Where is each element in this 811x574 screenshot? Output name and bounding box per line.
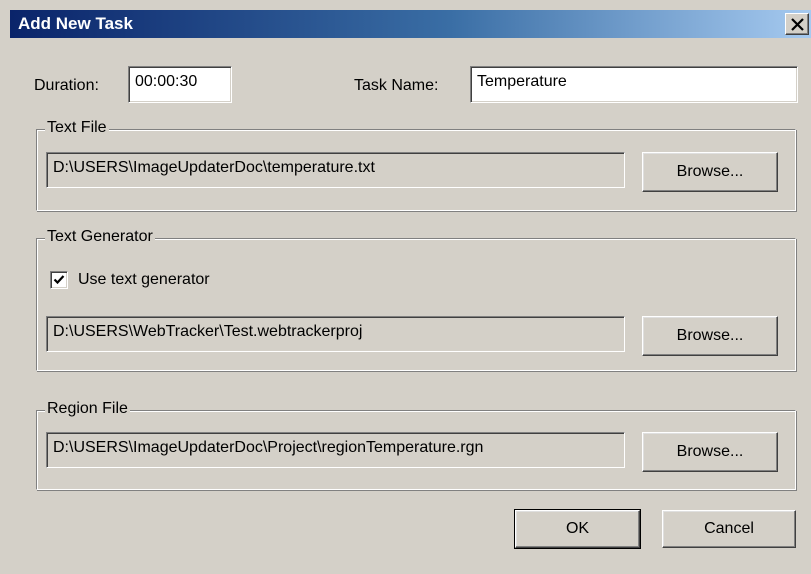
text-generator-browse-button[interactable]: Browse... [642,316,778,356]
text-generator-path-field[interactable]: D:\USERS\WebTracker\Test.webtrackerproj [46,316,625,352]
title-bar[interactable]: Add New Task [10,10,811,38]
duration-label: Duration: [34,77,99,94]
ok-button[interactable]: OK [514,509,641,549]
close-button[interactable] [785,13,809,35]
task-name-input[interactable]: Temperature [470,66,798,103]
dialog-title: Add New Task [18,14,133,33]
region-file-group-label: Region File [45,400,130,418]
add-new-task-dialog: Add New Task Duration: 00:00:30 Task Nam… [0,0,811,574]
text-file-browse-button[interactable]: Browse... [642,152,778,192]
use-text-generator-checkbox[interactable] [50,271,68,289]
task-name-label: Task Name: [354,77,439,94]
use-text-generator-label[interactable]: Use text generator [78,271,210,289]
cancel-button[interactable]: Cancel [662,510,796,548]
text-file-path-field[interactable]: D:\USERS\ImageUpdaterDoc\temperature.txt [46,152,625,188]
region-file-path-field[interactable]: D:\USERS\ImageUpdaterDoc\Project\regionT… [46,432,625,468]
region-file-browse-button[interactable]: Browse... [642,432,778,472]
checkmark-icon [53,275,65,285]
text-file-group-label: Text File [45,119,109,137]
text-generator-group-label: Text Generator [45,228,155,246]
close-icon [791,18,804,31]
duration-input[interactable]: 00:00:30 [128,66,232,103]
